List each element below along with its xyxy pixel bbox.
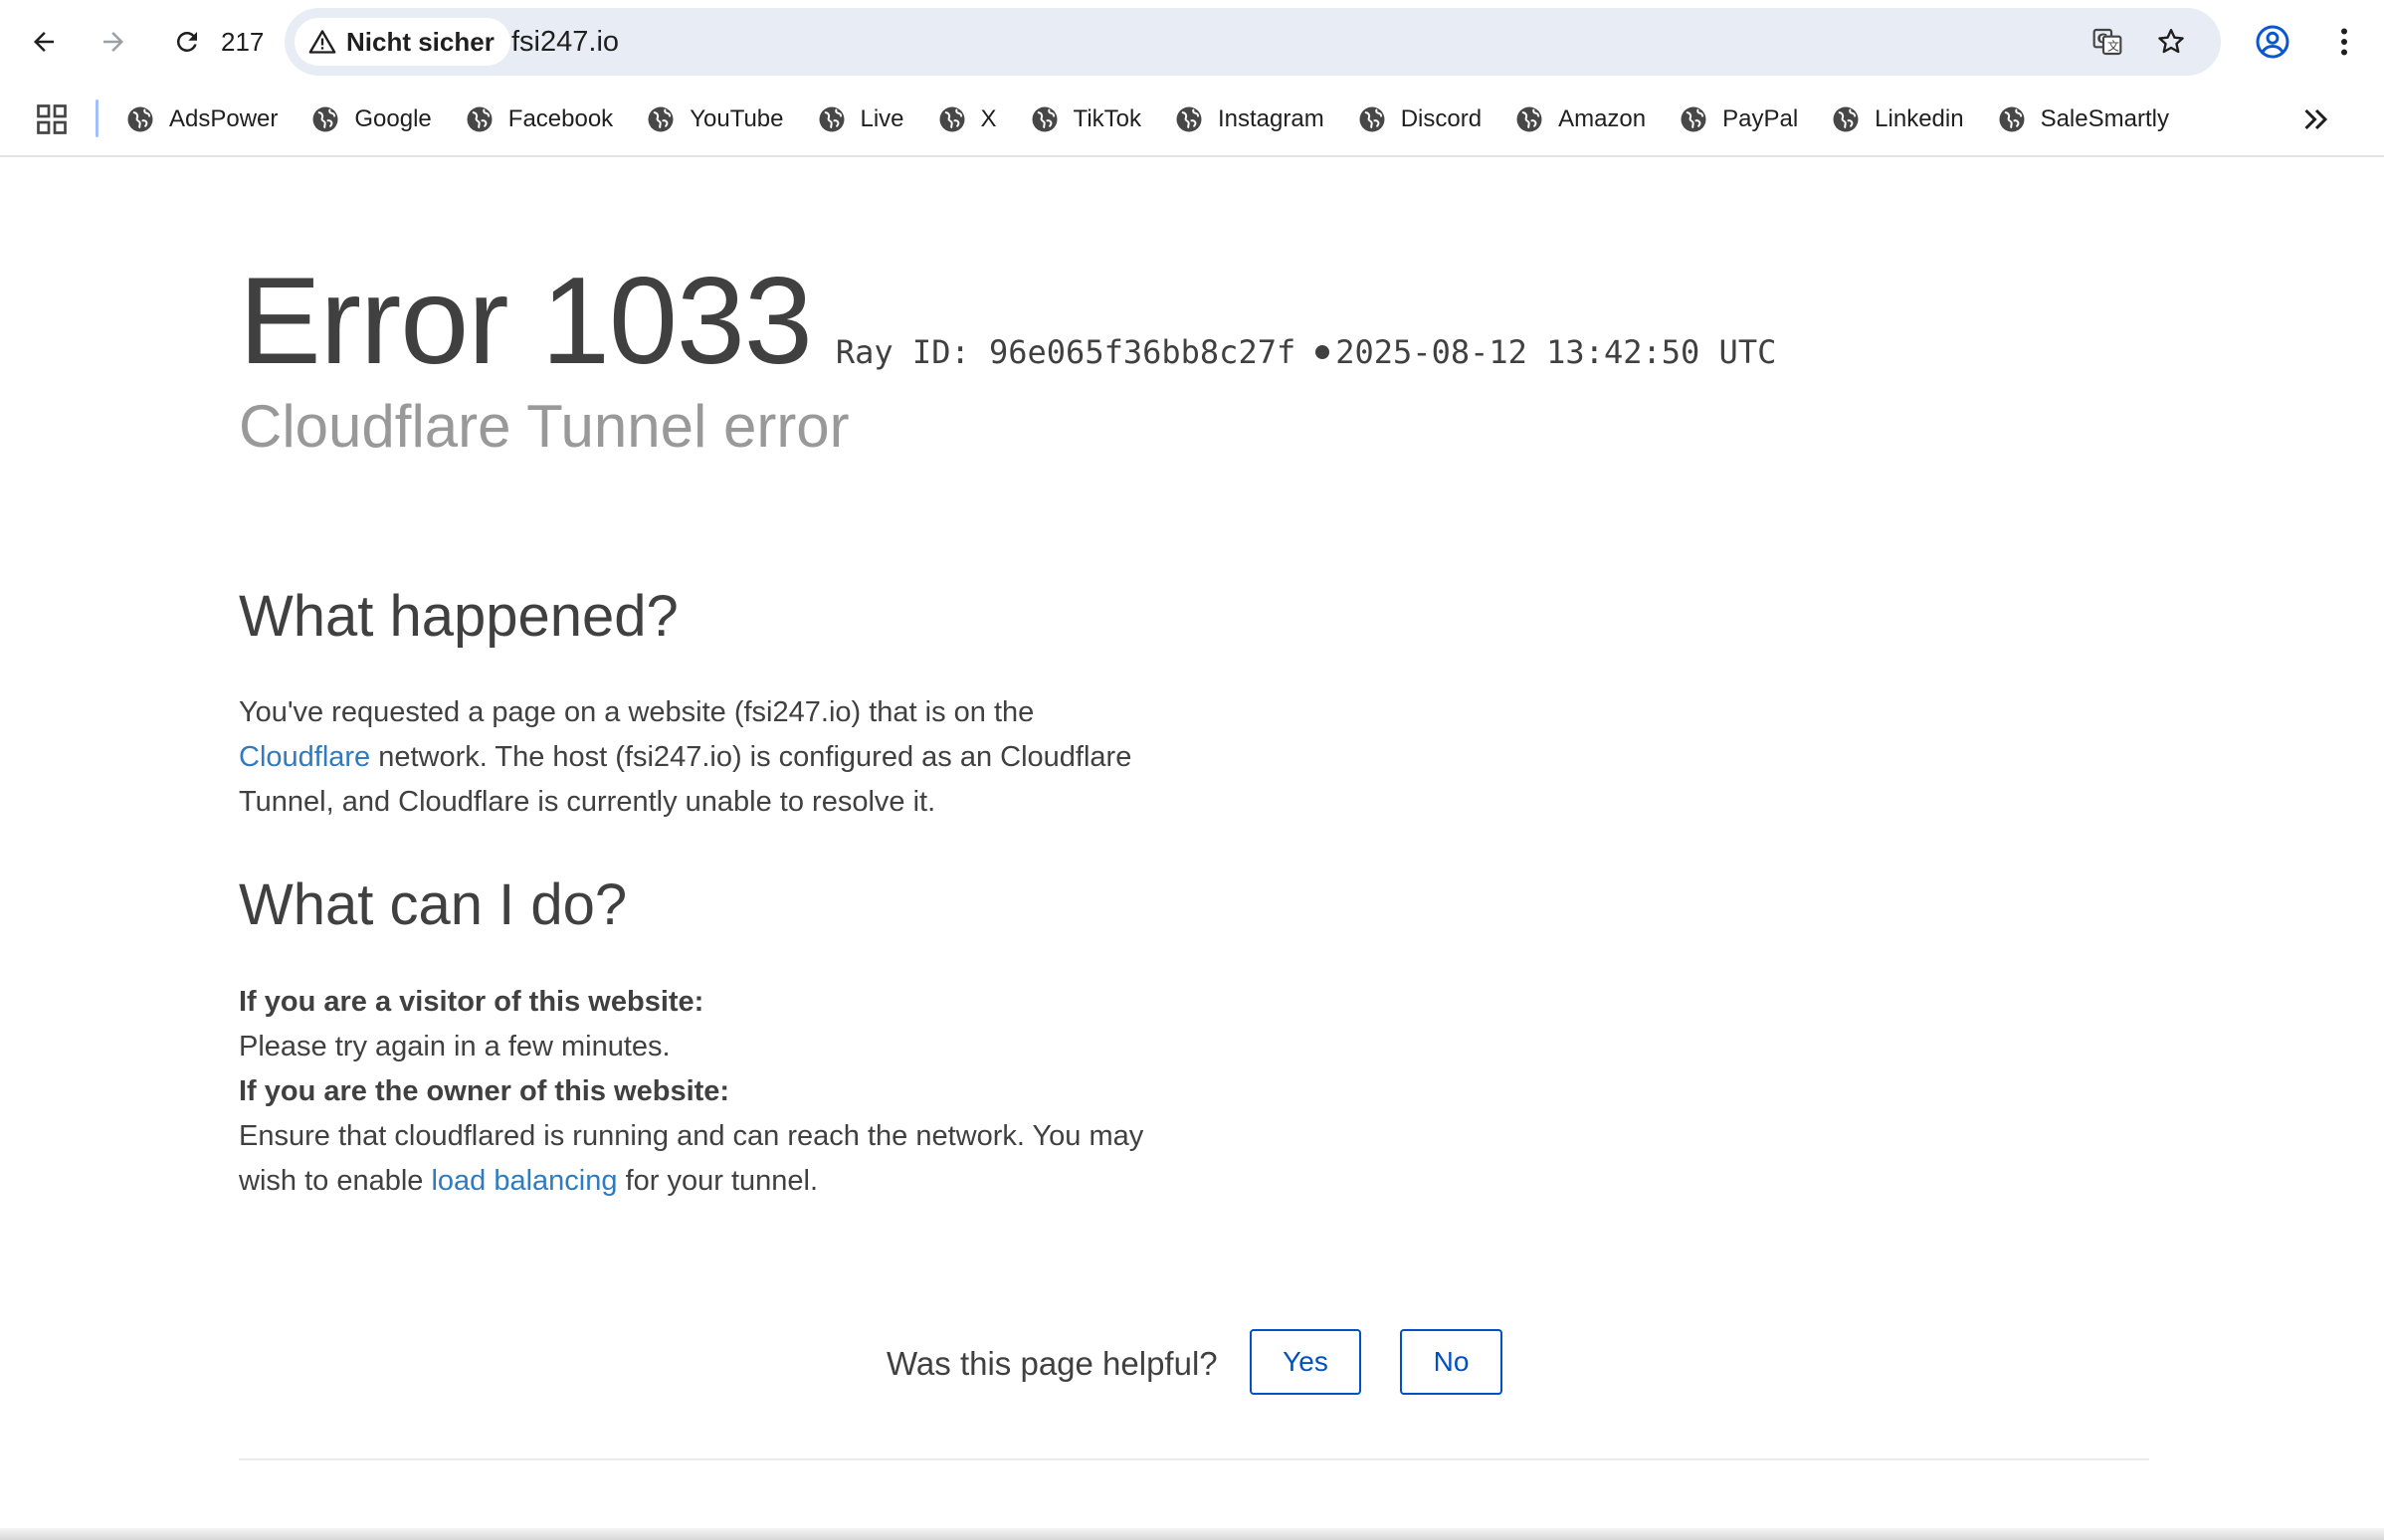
bookmark-facebook[interactable]: Facebook	[465, 104, 613, 134]
bookmark-linkedin[interactable]: Linkedin	[1831, 104, 1964, 134]
star-icon	[2158, 29, 2184, 54]
what-happened-text-2: network. The host (fsi247.io) is configu…	[239, 741, 1132, 818]
security-chip[interactable]: Nicht sicher	[295, 18, 510, 66]
bookmark-tiktok[interactable]: TikTok	[1030, 104, 1141, 134]
ray-info: Ray ID: 96e065f36bb8c27f 2025-08-12 13:4…	[836, 333, 1776, 371]
bookmark-star-button[interactable]	[2149, 20, 2193, 64]
separator-dot	[1315, 345, 1330, 359]
bookmark-label: YouTube	[690, 105, 784, 132]
bookmark-label: X	[980, 105, 997, 132]
translate-icon: G文	[2092, 28, 2122, 56]
url-text[interactable]: fsi247.io	[511, 24, 619, 60]
visitor-text: Please try again in a few minutes.	[239, 1031, 671, 1062]
error-title: Error 1033	[239, 253, 813, 390]
window-bottom-edge	[0, 1528, 2384, 1540]
bookmark-label: Linkedin	[1875, 105, 1964, 132]
owner-text-2: for your tunnel.	[617, 1165, 819, 1197]
error-header: Error 1033 Ray ID: 96e065f36bb8c27f 2025…	[239, 251, 1776, 393]
bookmark-label: Live	[860, 105, 904, 132]
globe-icon	[467, 106, 493, 132]
footer-divider	[239, 1458, 2149, 1460]
feedback-no-button[interactable]: No	[1400, 1329, 1502, 1395]
what-happened-text: You've requested a page on a website (fs…	[239, 690, 1214, 825]
security-chip-label: Nicht sicher	[346, 26, 495, 57]
feedback-yes-button[interactable]: Yes	[1250, 1329, 1361, 1395]
profile-icon	[2256, 25, 2289, 59]
browser-menu-button[interactable]	[2320, 18, 2368, 66]
globe-icon	[1359, 106, 1385, 132]
globe-icon	[1999, 106, 2025, 132]
bookmark-salesmartly[interactable]: SaleSmartly	[1997, 104, 2169, 134]
load-balancing-link[interactable]: load balancing	[431, 1165, 617, 1197]
bookmark-label: Amazon	[1558, 105, 1647, 132]
bookmark-label: SaleSmartly	[2040, 105, 2169, 132]
bookmark-youtube[interactable]: YouTube	[646, 104, 784, 134]
globe-icon	[648, 106, 674, 132]
back-button[interactable]	[20, 18, 68, 66]
forward-arrow-icon	[103, 32, 123, 52]
bookmark-instagram[interactable]: Instagram	[1174, 104, 1324, 134]
bookmark-label: Discord	[1400, 105, 1483, 132]
globe-icon	[819, 106, 844, 132]
bookmark-label: Instagram	[1218, 105, 1324, 132]
what-can-i-do-heading: What can I do?	[239, 872, 628, 937]
translate-button[interactable]: G文	[2086, 20, 2129, 64]
globe-icon	[127, 106, 153, 132]
bookmark-label: AdsPower	[169, 105, 279, 132]
bookmark-label: Facebook	[507, 105, 614, 132]
bookmarks-separator	[96, 99, 99, 137]
bookmark-adspower[interactable]: AdsPower	[125, 104, 278, 134]
chevrons-right-icon[interactable]	[2298, 101, 2334, 137]
bookmark-paypal[interactable]: PayPal	[1679, 104, 1798, 134]
globe-icon	[1833, 106, 1859, 132]
browser-toolbar: 217 Nicht sicher fsi247.io G文	[0, 0, 2384, 84]
back-arrow-icon	[34, 32, 54, 52]
bookmark-label: TikTok	[1073, 105, 1141, 132]
bookmark-x[interactable]: X	[937, 104, 997, 134]
error-subtitle: Cloudflare Tunnel error	[239, 393, 850, 460]
globe-icon	[1032, 106, 1058, 132]
what-can-i-do-text: If you are a visitor of this website: Pl…	[239, 980, 1194, 1204]
feedback-question: Was this page helpful?	[887, 1345, 1218, 1382]
globe-icon	[1176, 106, 1202, 132]
bookmark-google[interactable]: Google	[310, 104, 432, 134]
globe-icon	[312, 106, 338, 132]
bookmarks-list: AdsPower Google Facebook YouTube Live X TikTok…	[125, 97, 2202, 141]
owner-label: If you are the owner of this website:	[239, 1075, 730, 1107]
feedback-section: Was this page helpful? Yes No	[239, 1329, 2149, 1407]
what-happened-heading: What happened?	[239, 584, 679, 649]
svg-text:文: 文	[2107, 39, 2119, 54]
globe-icon	[1681, 106, 1706, 132]
reload-icon	[176, 31, 197, 52]
cloudflare-link[interactable]: Cloudflare	[239, 741, 370, 773]
globe-icon	[939, 106, 965, 132]
error-timestamp: 2025-08-12 13:42:50 UTC	[1335, 333, 1777, 371]
globe-icon	[1516, 106, 1542, 132]
bookmark-label: PayPal	[1722, 105, 1799, 132]
bookmarks-bar: AdsPower Google Facebook YouTube Live X TikTok…	[0, 84, 2384, 157]
bookmark-label: Google	[354, 105, 432, 132]
bookmark-amazon[interactable]: Amazon	[1514, 104, 1646, 134]
bookmark-live[interactable]: Live	[817, 104, 904, 134]
kebab-menu-icon	[2341, 28, 2347, 56]
forward-button[interactable]	[90, 18, 137, 66]
reload-button[interactable]	[163, 18, 211, 66]
visitor-label: If you are a visitor of this website:	[239, 986, 704, 1018]
bookmark-discord[interactable]: Discord	[1357, 104, 1482, 134]
warning-icon	[308, 30, 336, 54]
tab-count[interactable]: 217	[221, 24, 264, 60]
address-bar[interactable]: Nicht sicher fsi247.io G文	[285, 8, 2221, 76]
profile-button[interactable]	[2249, 18, 2296, 66]
apps-grid-icon[interactable]	[34, 101, 70, 137]
ray-id: Ray ID: 96e065f36bb8c27f	[835, 333, 1296, 371]
what-happened-text-1: You've requested a page on a website (fs…	[239, 696, 1035, 728]
